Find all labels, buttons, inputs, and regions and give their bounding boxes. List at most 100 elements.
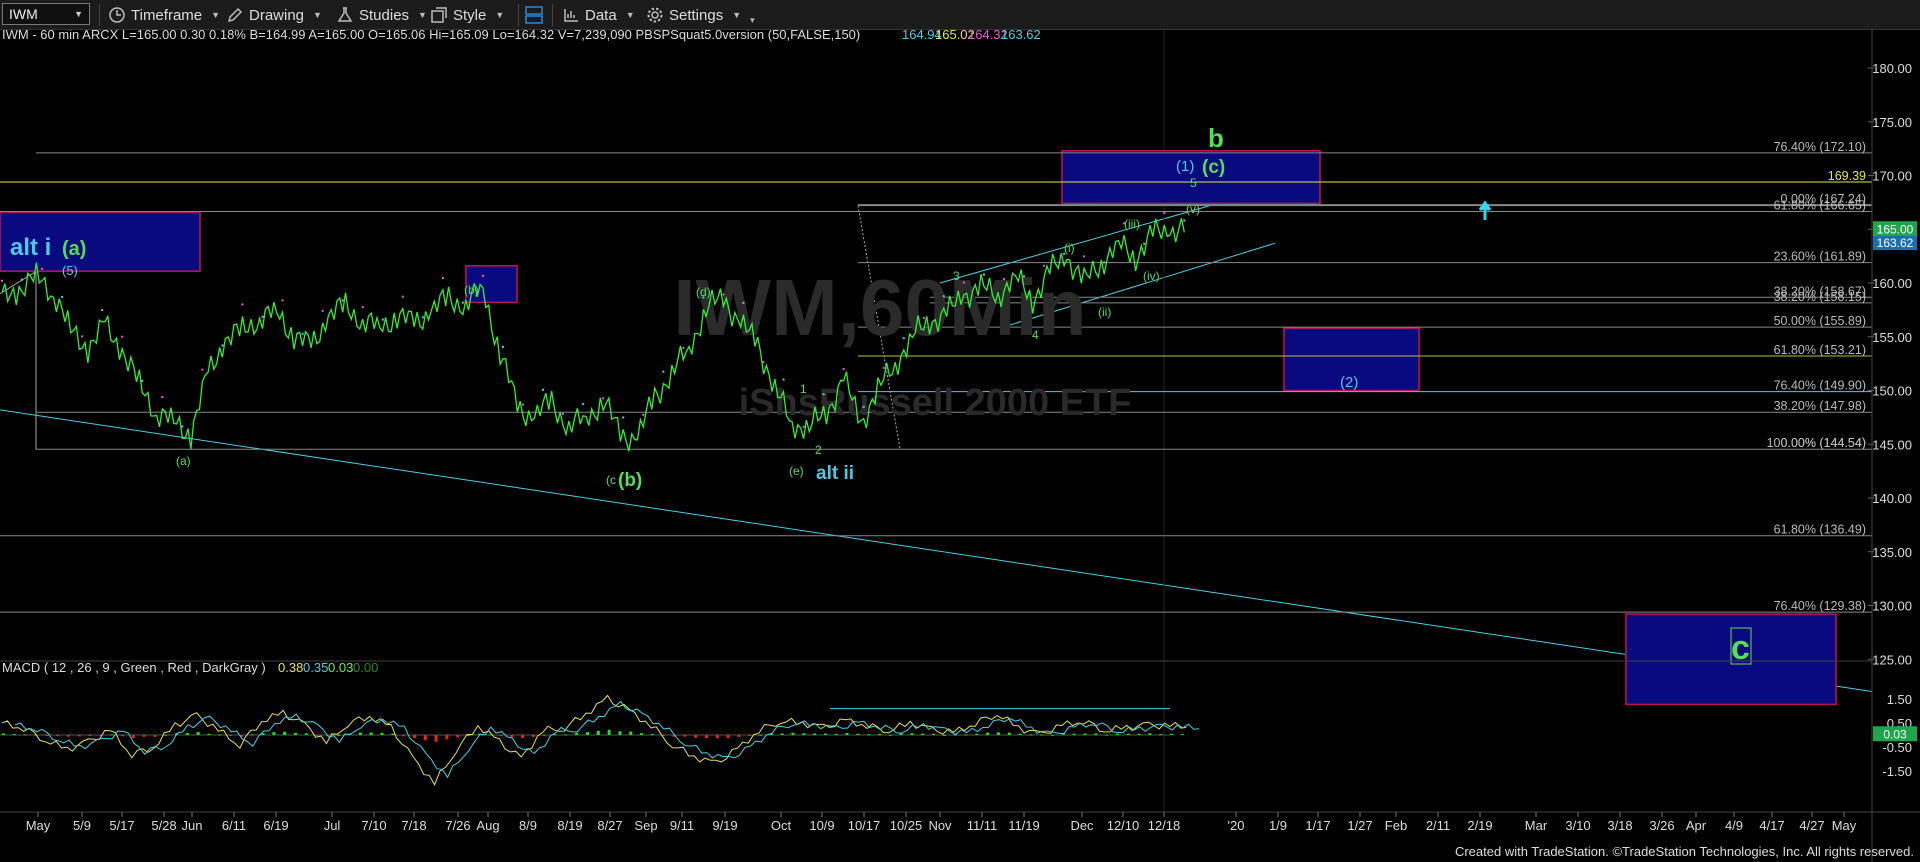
- wave-label: 5: [1190, 176, 1197, 190]
- signal-dot: [161, 396, 164, 399]
- signal-dot: [301, 332, 304, 335]
- style-label: Style: [453, 6, 487, 24]
- macd-histogram-bar: [521, 735, 525, 738]
- macd-histogram-bar: [1137, 733, 1141, 735]
- macd-histogram-bar: [77, 735, 81, 737]
- macd-histogram-bar: [726, 735, 730, 739]
- macd-histogram-bar: [304, 733, 308, 735]
- wave-label: 4: [1032, 328, 1039, 342]
- header-info: IWM - 60 min ARCX L=165.00 0.30 0.18% B=…: [2, 30, 860, 42]
- signal-dot: [662, 370, 665, 373]
- fib-label: 23.60% (161.89): [1774, 250, 1866, 264]
- macd-histogram-bar: [704, 735, 708, 739]
- signal-dot: [21, 278, 24, 281]
- signal-dot: [542, 388, 545, 391]
- time-tick-label: 7/18: [401, 818, 426, 833]
- macd-histogram-bar: [445, 735, 449, 740]
- signal-dot: [81, 335, 84, 338]
- header-value: 163.62: [1001, 30, 1041, 42]
- time-tick-label: Feb: [1385, 818, 1407, 833]
- timeframe-button[interactable]: Timeframe ▼: [108, 5, 220, 25]
- signal-dot: [461, 301, 464, 304]
- macd-histogram-bar: [575, 732, 579, 735]
- signal-dot: [281, 299, 284, 302]
- signal-dot: [401, 295, 404, 298]
- macd-histogram-bar: [1072, 733, 1076, 735]
- pencil-icon: [227, 7, 243, 23]
- macd-histogram-bar: [996, 732, 1000, 735]
- price-tick-label: 145.00: [1872, 437, 1912, 452]
- toolbar-divider: [99, 4, 100, 26]
- time-tick-label: Sep: [634, 818, 657, 833]
- gear-icon: [647, 7, 663, 23]
- macd-histogram-bar: [564, 734, 568, 736]
- macd-histogram-bar: [1115, 733, 1119, 735]
- macd-histogram-bar: [964, 734, 968, 736]
- layout-icon: [525, 6, 543, 24]
- macd-histogram-bar: [467, 734, 471, 736]
- macd-histogram-bar: [1007, 732, 1011, 735]
- time-tick-label: 5/28: [151, 818, 176, 833]
- time-tick-label: 11/11: [967, 818, 998, 833]
- macd-histogram-bar: [640, 733, 644, 735]
- layout-button[interactable]: [524, 5, 544, 25]
- macd-histogram-bar: [1094, 733, 1098, 735]
- drawing-button[interactable]: Drawing ▼: [226, 5, 322, 25]
- signal-dot: [421, 316, 424, 319]
- fib-label: 61.80% (153.21): [1774, 343, 1866, 357]
- toolbar: IWM ▼ Timeframe ▼ Drawing ▼ Studies ▼ Style ▼…: [0, 0, 1920, 30]
- macd-histogram-bar: [2, 733, 5, 735]
- macd-histogram-bar: [283, 731, 287, 735]
- chart-area[interactable]: 76.40% (172.10)169.390.00% (167.24)61.80…: [0, 30, 1920, 862]
- timeframe-label: Timeframe: [131, 6, 203, 24]
- signal-dot: [361, 306, 364, 309]
- macd-histogram-bar: [650, 734, 654, 736]
- macd-histogram-bar: [1018, 733, 1022, 735]
- macd-histogram-bar: [164, 734, 168, 736]
- fib-label: 38.20% (147.98): [1774, 399, 1866, 413]
- macd-histogram-bar: [218, 734, 222, 736]
- macd-histogram-bar: [434, 735, 438, 742]
- macd-histogram-bar: [986, 732, 990, 735]
- macd-histogram-bar: [748, 735, 752, 737]
- wave-label: (iii): [1124, 217, 1140, 231]
- price-tick-label: 130.00: [1872, 599, 1912, 614]
- signal-dot: [942, 295, 945, 298]
- macd-histogram-bar: [694, 735, 698, 738]
- signal-dot: [501, 345, 504, 348]
- macd-histogram-bar: [499, 735, 503, 736]
- data-button[interactable]: Data ▼: [562, 5, 635, 25]
- time-tick-label: 4/9: [1725, 818, 1743, 833]
- time-tick-label: Jul: [324, 818, 341, 833]
- wave-label: (a): [176, 454, 191, 468]
- signal-dot: [1143, 242, 1146, 245]
- macd-histogram-bar: [932, 733, 936, 735]
- macd-histogram-bar: [369, 732, 373, 735]
- macd-value: 0.35: [303, 660, 328, 675]
- time-tick-label: 4/17: [1759, 818, 1784, 833]
- signal-dot: [101, 309, 104, 312]
- symbol-input[interactable]: IWM ▼: [2, 3, 90, 25]
- wave-label: (1): [1176, 158, 1194, 175]
- fib-label: 0.00% (144.54): [1781, 436, 1866, 450]
- studies-button[interactable]: Studies ▼: [336, 5, 427, 25]
- wave-label: (ii): [1098, 305, 1111, 319]
- macd-tick-label: -1.50: [1882, 764, 1912, 779]
- macd-histogram-bar: [120, 735, 124, 737]
- settings-button[interactable]: Settings ▼ ▾: [646, 5, 755, 25]
- style-button[interactable]: Style ▼: [430, 5, 504, 25]
- macd-histogram-bar: [153, 735, 157, 737]
- signal-dot: [41, 267, 44, 270]
- macd-histogram-bar: [12, 734, 16, 736]
- wave-label: alt ii: [816, 463, 854, 484]
- price-tick-label: 155.00: [1872, 330, 1912, 345]
- macd-histogram-bar: [629, 731, 633, 735]
- macd-histogram-bar: [845, 732, 849, 735]
- macd-histogram-bar: [531, 735, 535, 737]
- macd-histogram-bar: [586, 732, 589, 735]
- wave-label: (a): [62, 238, 86, 260]
- header-values: 164.94165.02164.32163.62: [902, 30, 1041, 42]
- signal-dot: [141, 379, 144, 382]
- time-tick-label: 1/9: [1269, 818, 1287, 833]
- fib-label: 76.40% (129.38): [1774, 599, 1866, 613]
